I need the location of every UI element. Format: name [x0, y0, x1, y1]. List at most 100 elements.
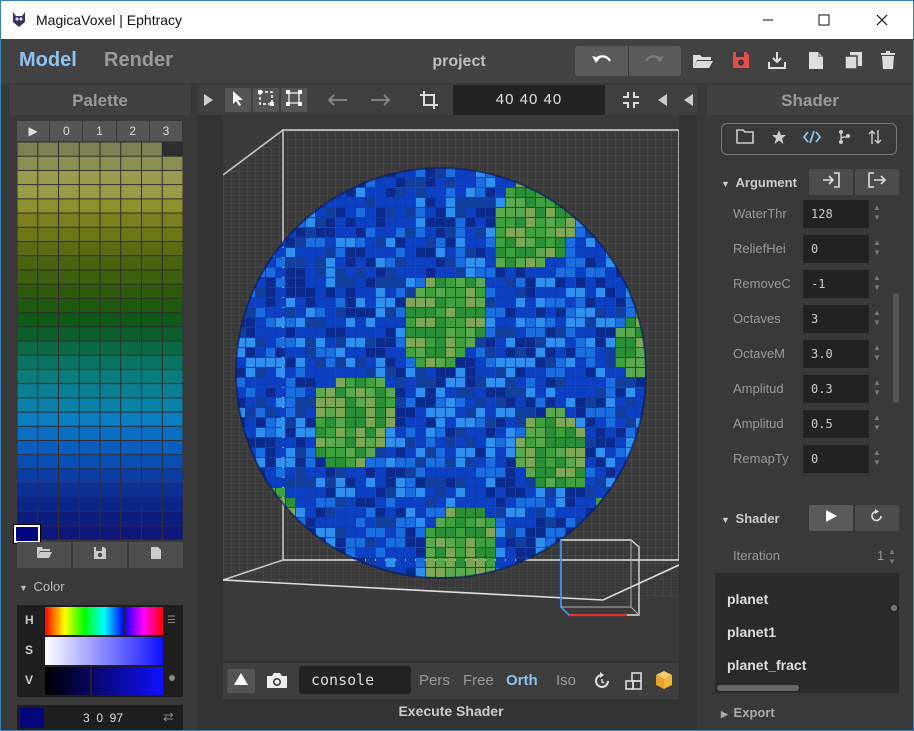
iteration-value[interactable]: 1	[877, 548, 884, 563]
palette-swatch[interactable]	[59, 398, 79, 412]
palette-swatch[interactable]	[100, 398, 121, 412]
palette-swatch[interactable]	[38, 526, 58, 540]
palette-swatch[interactable]	[100, 426, 121, 440]
palette-swatch[interactable]	[162, 483, 183, 497]
palette-open-button[interactable]	[17, 542, 71, 568]
palette-swatch[interactable]	[142, 426, 162, 440]
argument-section-header[interactable]: ▼ Argument	[721, 175, 797, 190]
model-dimensions[interactable]: 40 40 40	[453, 85, 605, 115]
palette-swatch[interactable]	[38, 483, 58, 497]
palette-swatch[interactable]	[162, 469, 183, 483]
palette-swatch[interactable]	[142, 441, 162, 455]
palette-swatch[interactable]	[59, 369, 79, 384]
palette-swatch[interactable]	[142, 313, 162, 327]
palette-swatch[interactable]	[17, 284, 38, 298]
argument-import-button[interactable]	[809, 169, 853, 195]
palette-swatch[interactable]	[79, 483, 100, 497]
palette-swatch[interactable]	[38, 284, 58, 298]
palette-swatch[interactable]	[17, 313, 38, 327]
palette-swatch[interactable]	[121, 313, 141, 327]
list-horizontal-scrollbar[interactable]	[717, 685, 799, 691]
palette-swatch[interactable]	[121, 441, 141, 455]
palette-swatch[interactable]	[100, 412, 121, 426]
palette-swatch[interactable]	[79, 355, 100, 369]
palette-new-button[interactable]	[129, 542, 183, 568]
sort-arrows-icon[interactable]	[868, 129, 882, 150]
palette-swatch[interactable]	[121, 369, 141, 384]
palette-swatch[interactable]	[162, 170, 183, 185]
palette-swatch[interactable]	[38, 384, 58, 398]
saturation-slider[interactable]	[45, 637, 163, 665]
palette-swatch[interactable]	[59, 313, 79, 327]
palette-swatch[interactable]	[142, 284, 162, 298]
palette-swatch[interactable]	[38, 341, 58, 355]
export-section-header[interactable]: ▶ Export	[721, 705, 775, 720]
argument-scrollbar[interactable]	[893, 293, 899, 403]
expand-right-icon[interactable]	[683, 93, 693, 107]
palette-swatch[interactable]	[59, 227, 79, 241]
palette-swatch[interactable]	[17, 369, 38, 384]
palette-swatch[interactable]	[17, 170, 38, 185]
palette-swatch[interactable]	[121, 426, 141, 440]
palette-swatch[interactable]	[79, 455, 100, 469]
palette-swatch[interactable]	[79, 227, 100, 241]
scene-canvas[interactable]	[223, 115, 679, 661]
palette-tab-play[interactable]: ▶	[17, 121, 51, 141]
palette-swatch[interactable]	[59, 512, 79, 526]
arrow-right-icon[interactable]	[369, 91, 393, 109]
redo-icon[interactable]	[641, 51, 667, 71]
arg-value-input[interactable]: 0.3	[803, 375, 869, 403]
palette-swatch[interactable]	[79, 398, 100, 412]
arg-value-input[interactable]: -1	[803, 270, 869, 298]
palette-tab-1[interactable]: 1	[83, 121, 117, 141]
stepper-icon[interactable]: ▲ ▼	[873, 343, 881, 363]
palette-swatch[interactable]	[142, 341, 162, 355]
palette-swatch[interactable]	[162, 298, 183, 313]
palette-swatch[interactable]	[121, 213, 141, 227]
palette-grid[interactable]	[17, 142, 183, 540]
palette-swatch[interactable]	[17, 156, 38, 170]
palette-swatch[interactable]	[17, 426, 38, 440]
stepper-icon[interactable]: ▲ ▼	[873, 378, 881, 398]
palette-swatch[interactable]	[121, 469, 141, 483]
palette-swatch[interactable]	[38, 497, 58, 512]
palette-swatch[interactable]	[79, 170, 100, 185]
palette-swatch[interactable]	[79, 412, 100, 426]
select-box-tool[interactable]	[253, 88, 279, 112]
palette-swatch[interactable]	[142, 142, 162, 156]
palette-swatch[interactable]	[162, 242, 183, 256]
palette-swatch[interactable]	[142, 384, 162, 398]
palette-swatch[interactable]	[121, 355, 141, 369]
palette-swatch[interactable]	[162, 256, 183, 270]
arg-value-input[interactable]: 0.5	[803, 410, 869, 438]
palette-swatch[interactable]	[100, 355, 121, 369]
palette-swatch[interactable]	[142, 327, 162, 341]
palette-swatch[interactable]	[162, 313, 183, 327]
palette-swatch[interactable]	[59, 185, 79, 199]
palette-swatch[interactable]	[100, 313, 121, 327]
palette-tab-0[interactable]: 0	[50, 121, 84, 141]
palette-swatch[interactable]	[121, 242, 141, 256]
palette-swatch[interactable]	[121, 327, 141, 341]
palette-swatch[interactable]	[162, 213, 183, 227]
palette-swatch[interactable]	[59, 170, 79, 185]
palette-swatch[interactable]	[100, 284, 121, 298]
palette-swatch[interactable]	[79, 242, 100, 256]
hue-slider[interactable]	[45, 607, 163, 635]
palette-swatch[interactable]	[100, 369, 121, 384]
arg-value-input[interactable]: 0	[803, 235, 869, 263]
palette-swatch[interactable]	[59, 341, 79, 355]
palette-swatch[interactable]	[100, 497, 121, 512]
palette-swatch[interactable]	[142, 270, 162, 284]
run-shader-button[interactable]	[809, 505, 853, 531]
palette-swatch[interactable]	[142, 483, 162, 497]
palette-swatch[interactable]	[100, 384, 121, 398]
palette-swatch[interactable]	[100, 156, 121, 170]
palette-swatch[interactable]	[162, 156, 183, 170]
palette-swatch[interactable]	[162, 398, 183, 412]
palette-swatch[interactable]	[142, 355, 162, 369]
palette-swatch[interactable]	[162, 426, 183, 440]
palette-swatch[interactable]	[17, 455, 38, 469]
palette-swatch[interactable]	[79, 298, 100, 313]
palette-swatch[interactable]	[100, 526, 121, 540]
